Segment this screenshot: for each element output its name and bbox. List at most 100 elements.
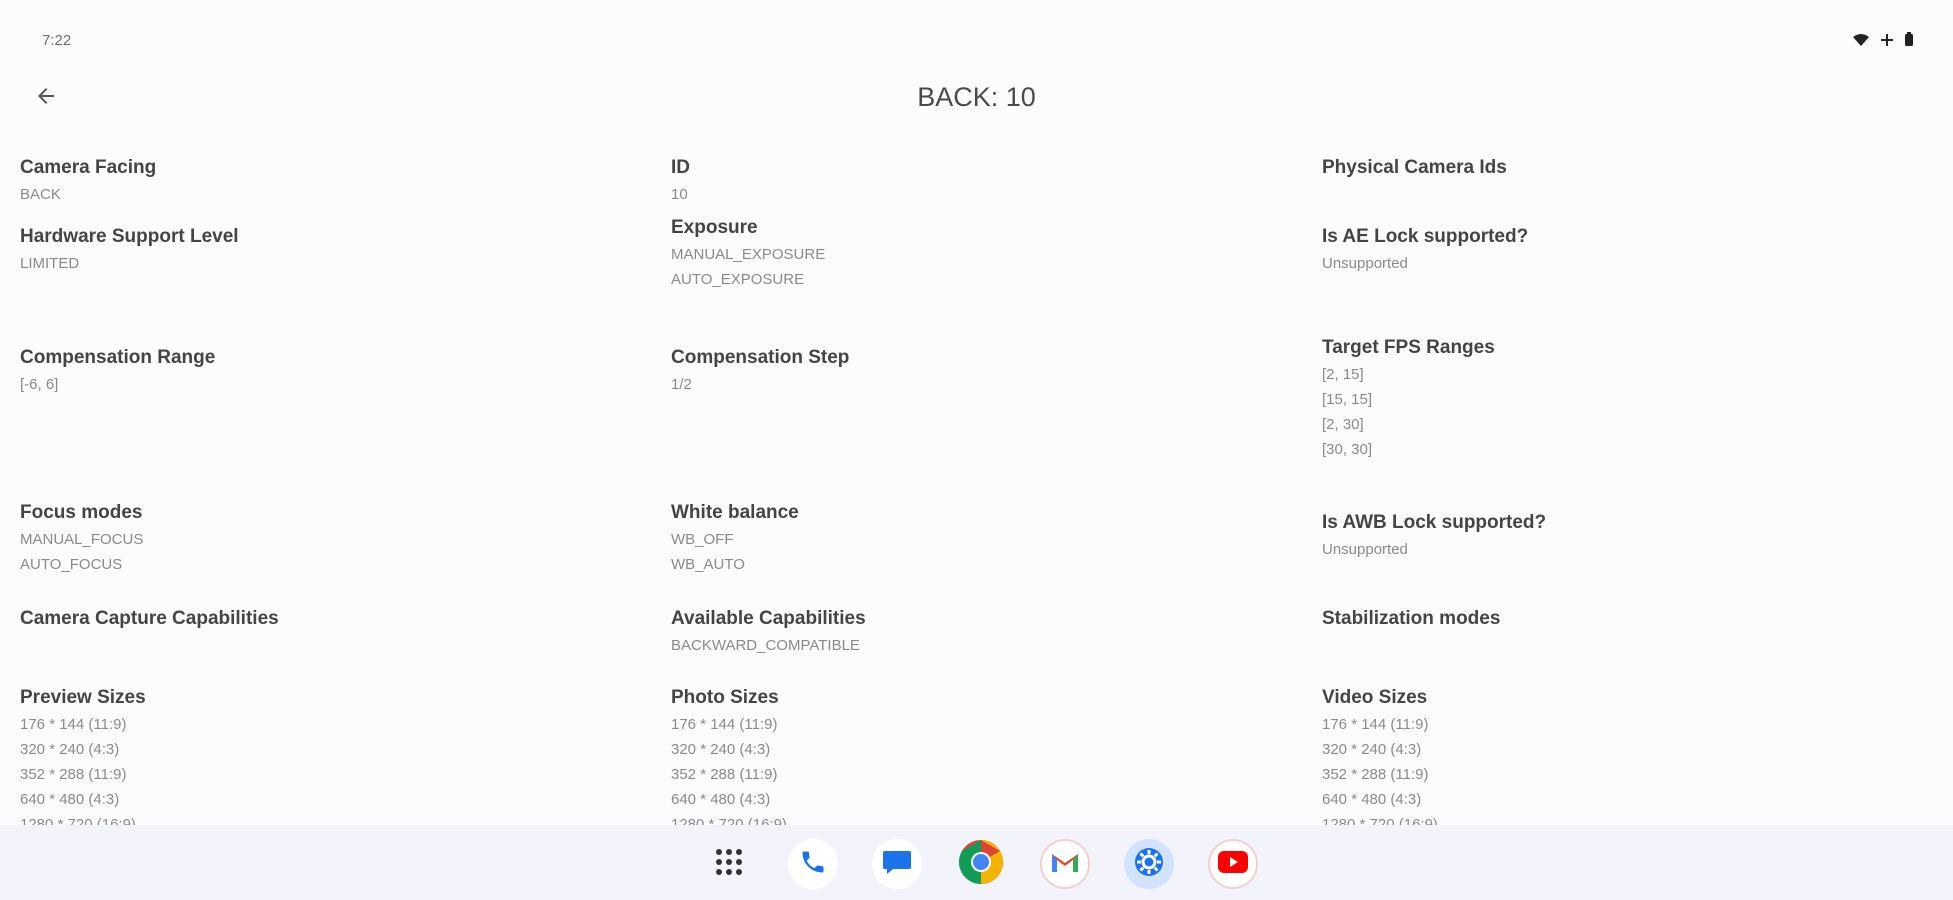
settings-icon <box>1132 845 1166 884</box>
field-values: 10 <box>671 182 1291 207</box>
camera-info-grid: Camera Facing BACK Hardware Support Level L… <box>20 155 1940 825</box>
field-physical-camera-ids: Physical Camera Ids <box>1322 155 1940 182</box>
field-value: 1/2 <box>671 376 692 393</box>
field-value: AUTO_EXPOSURE <box>671 271 805 288</box>
field-photo-sizes: Photo Sizes 176 * 144 (11:9) 320 * 240 (4:… <box>671 685 1291 825</box>
field-label: Hardware Support Level <box>20 226 239 247</box>
app-drawer-icon <box>714 847 744 882</box>
messages-icon <box>881 847 913 882</box>
field-value: [2, 30] <box>1322 416 1364 433</box>
field-preview-sizes: Preview Sizes 176 * 144 (11:9) 320 * 240 (… <box>20 685 640 825</box>
field-value: MANUAL_EXPOSURE <box>671 246 826 263</box>
field-value: 640 * 480 (4:3) <box>671 791 771 808</box>
field-id: ID 10 <box>671 155 1291 207</box>
field-compensation-range: Compensation Range [-6, 6] <box>20 345 640 397</box>
field-hardware-support-level: Hardware Support Level LIMITED <box>20 224 640 276</box>
field-values: [-6, 6] <box>20 372 640 397</box>
field-values: MANUAL_EXPOSURE AUTO_EXPOSURE <box>671 242 1291 292</box>
field-values: Unsupported <box>1322 251 1940 276</box>
page-title: BACK: 10 <box>917 82 1036 112</box>
field-compensation-step: Compensation Step 1/2 <box>671 345 1291 397</box>
field-values: 1/2 <box>671 372 1291 397</box>
field-value: 176 * 144 (11:9) <box>20 716 127 733</box>
field-value: 1280 * 720 (16:9) <box>1322 816 1438 825</box>
field-label: Is AWB Lock supported? <box>1322 512 1547 533</box>
field-values: Unsupported <box>1322 537 1940 562</box>
field-value: 320 * 240 (4:3) <box>20 741 120 758</box>
field-label: Physical Camera Ids <box>1322 157 1507 178</box>
field-value: 1280 * 720 (16:9) <box>20 816 136 825</box>
settings-app[interactable] <box>1124 839 1174 889</box>
field-values: BACKWARD_COMPATIBLE <box>671 633 1291 658</box>
field-value: [30, 30] <box>1322 441 1373 458</box>
field-stabilization-modes: Stabilization modes <box>1322 606 1940 633</box>
field-exposure: Exposure MANUAL_EXPOSURE AUTO_EXPOSURE <box>671 215 1291 292</box>
field-label: Exposure <box>671 217 758 238</box>
field-camera-capture-capabilities: Camera Capture Capabilities <box>20 606 640 633</box>
status-time: 7:22 <box>42 32 72 49</box>
field-value: Unsupported <box>1322 255 1408 272</box>
signal-icon <box>1881 33 1893 51</box>
field-values: 176 * 144 (11:9) 320 * 240 (4:3) 352 * 288… <box>1322 712 1940 825</box>
field-values: [2, 15] [15, 15] [2, 30] [30, 30] <box>1322 362 1940 462</box>
field-label: Available Capabilities <box>671 608 866 629</box>
field-value: [15, 15] <box>1322 391 1373 408</box>
field-values: WB_OFF WB_AUTO <box>671 527 1291 577</box>
field-label: White balance <box>671 502 799 523</box>
youtube-icon <box>1218 850 1248 878</box>
field-values: MANUAL_FOCUS AUTO_FOCUS <box>20 527 640 577</box>
field-label: Camera Facing <box>20 157 157 178</box>
field-value: 640 * 480 (4:3) <box>1322 791 1422 808</box>
field-label: Compensation Step <box>671 347 850 368</box>
field-is-ae-lock-supported: Is AE Lock supported? Unsupported <box>1322 224 1940 276</box>
field-value: Unsupported <box>1322 541 1408 558</box>
taskbar <box>0 825 1953 900</box>
field-camera-facing: Camera Facing BACK <box>20 155 640 207</box>
phone-app[interactable] <box>788 839 838 889</box>
field-label: Camera Capture Capabilities <box>20 608 279 629</box>
chrome-icon <box>957 838 1005 891</box>
field-value: 320 * 240 (4:3) <box>671 741 771 758</box>
chrome-app[interactable] <box>956 839 1006 889</box>
field-value: 176 * 144 (11:9) <box>671 716 778 733</box>
field-values: 176 * 144 (11:9) 320 * 240 (4:3) 352 * 288… <box>20 712 640 825</box>
messages-app[interactable] <box>872 839 922 889</box>
field-value: 1280 * 720 (16:9) <box>671 816 787 825</box>
top-app-bar: BACK: 10 <box>0 72 1953 120</box>
gmail-icon <box>1050 850 1080 879</box>
field-value: [-6, 6] <box>20 376 59 393</box>
field-white-balance: White balance WB_OFF WB_AUTO <box>671 500 1291 577</box>
field-values: 176 * 144 (11:9) 320 * 240 (4:3) 352 * 288… <box>671 712 1291 825</box>
field-video-sizes: Video Sizes 176 * 144 (11:9) 320 * 240 (4:… <box>1322 685 1940 825</box>
field-label: Preview Sizes <box>20 687 146 708</box>
gmail-app[interactable] <box>1040 839 1090 889</box>
field-value: LIMITED <box>20 255 80 272</box>
field-values: BACK <box>20 182 640 207</box>
field-value: 640 * 480 (4:3) <box>20 791 120 808</box>
status-icons <box>1853 32 1913 51</box>
wifi-icon <box>1853 33 1869 51</box>
field-value: 352 * 288 (11:9) <box>20 766 127 783</box>
field-value: MANUAL_FOCUS <box>20 531 144 548</box>
phone-icon <box>799 848 827 881</box>
field-is-awb-lock-supported: Is AWB Lock supported? Unsupported <box>1322 510 1940 562</box>
field-value: AUTO_FOCUS <box>20 556 123 573</box>
field-value: [2, 15] <box>1322 366 1364 383</box>
field-value: WB_OFF <box>671 531 734 548</box>
field-label: Focus modes <box>20 502 143 523</box>
field-available-capabilities: Available Capabilities BACKWARD_COMPATIBL… <box>671 606 1291 658</box>
field-value: 176 * 144 (11:9) <box>1322 716 1429 733</box>
field-value: 352 * 288 (11:9) <box>671 766 778 783</box>
app-drawer-button[interactable] <box>704 839 754 889</box>
field-value: BACK <box>20 186 61 203</box>
field-value: 352 * 288 (11:9) <box>1322 766 1429 783</box>
battery-icon <box>1905 32 1913 51</box>
field-label: Compensation Range <box>20 347 216 368</box>
field-values: LIMITED <box>20 251 640 276</box>
app-dock <box>704 839 1258 889</box>
field-value: 320 * 240 (4:3) <box>1322 741 1422 758</box>
field-label: Stabilization modes <box>1322 608 1501 629</box>
youtube-app[interactable] <box>1208 839 1258 889</box>
field-value: 10 <box>671 186 688 203</box>
field-value: WB_AUTO <box>671 556 745 573</box>
